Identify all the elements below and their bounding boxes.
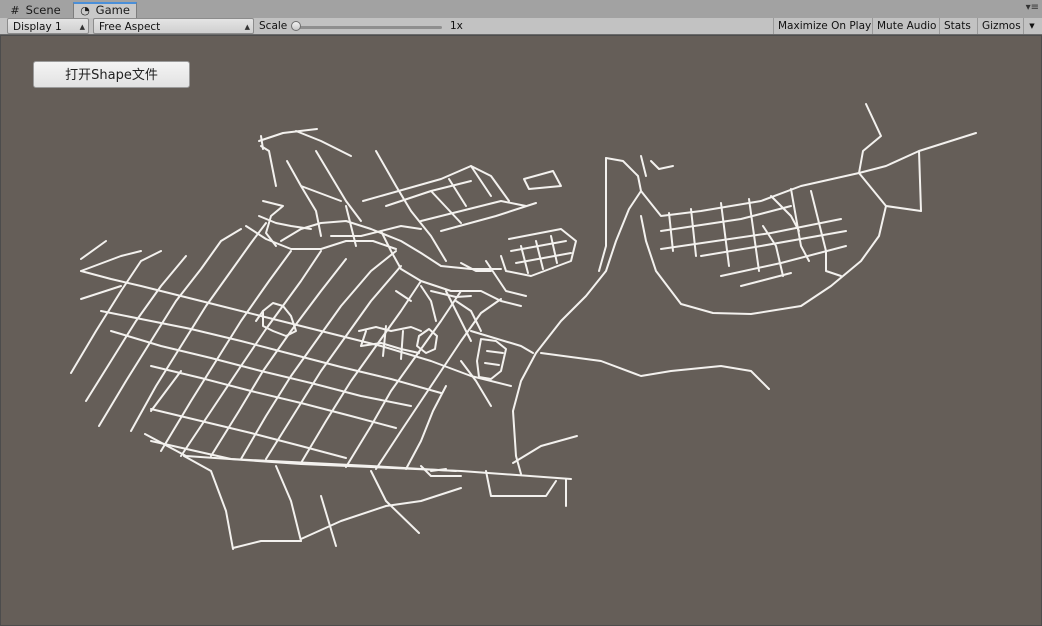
mute-audio-toggle[interactable]: Mute Audio [872,18,938,34]
tab-scene[interactable]: # Scene [4,2,70,18]
scale-slider-thumb[interactable] [291,21,301,31]
game-view[interactable]: 打开Shape文件 [0,35,1042,626]
tab-game[interactable]: ◔ Game [73,2,137,18]
grid-icon: # [10,4,20,17]
display-dropdown[interactable]: Display 1 ▲ [7,18,89,34]
road-network-map [70,103,977,550]
scale-value: 1x [450,20,463,32]
stats-toggle[interactable]: Stats [939,18,976,34]
maximize-on-play-toggle[interactable]: Maximize On Play [773,18,871,34]
scale-slider-track[interactable] [296,26,442,29]
game-toolbar: Display 1 ▲ Free Aspect ▲ Scale 1x Maxim… [0,18,1042,35]
tab-scene-label: Scene [25,3,61,17]
aspect-dropdown[interactable]: Free Aspect ▲ [93,18,254,34]
updown-arrow-icon: ▲ [244,23,250,31]
pacman-icon: ◔ [80,4,90,17]
gizmos-toggle[interactable]: Gizmos [977,18,1023,34]
window-menu-icon[interactable]: ▾≡ [1026,3,1039,13]
aspect-dropdown-value: Free Aspect [99,21,161,33]
tab-bar: # Scene ◔ Game ▾≡ [0,0,1042,19]
gizmos-dropdown-arrow-icon[interactable]: ▼ [1023,18,1040,34]
scale-label: Scale [259,20,288,32]
display-dropdown-value: Display 1 [13,21,62,33]
tab-game-label: Game [95,3,130,17]
road-lines [70,103,977,550]
open-shape-file-button[interactable]: 打开Shape文件 [33,61,190,88]
updown-arrow-icon: ▲ [79,23,85,31]
